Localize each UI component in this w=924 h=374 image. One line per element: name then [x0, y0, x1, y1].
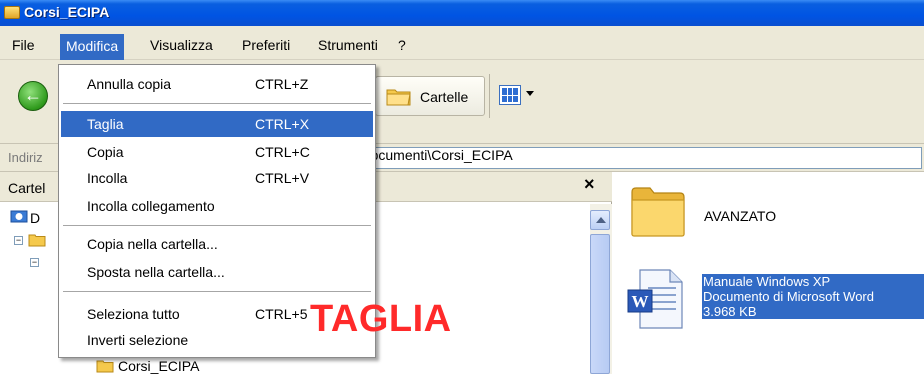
menu-item-taglia[interactable]: Taglia CTRL+X	[61, 111, 373, 137]
file-list-pane: AVANZATO W Manuale Windows XP Documento …	[612, 172, 924, 374]
close-icon[interactable]: ×	[584, 174, 595, 195]
menu-item-label: Incolla	[87, 170, 128, 186]
menu-item-incolla[interactable]: Incolla CTRL+V	[61, 165, 373, 191]
menu-item-label: Annulla copia	[87, 76, 172, 92]
menu-item-shortcut: CTRL+V	[255, 170, 310, 186]
file-size: 3.968 KB	[703, 304, 757, 319]
folder-icon	[4, 6, 20, 19]
menu-preferiti[interactable]: Preferiti	[236, 34, 296, 56]
menu-item-label: Seleziona tutto	[87, 306, 180, 322]
menu-item-label: Copia	[87, 144, 124, 160]
menu-item-copia[interactable]: Copia CTRL+C	[61, 139, 373, 165]
file-name-avanzato[interactable]: AVANZATO	[704, 208, 776, 224]
title-bar[interactable]: Corsi_ECIPA	[0, 0, 924, 26]
folders-pane-title: Cartel	[8, 180, 46, 196]
folder-search-icon	[386, 89, 411, 106]
toolbar-separator	[489, 74, 490, 118]
menu-modifica[interactable]: Modifica	[60, 34, 125, 60]
tree-expander[interactable]: −	[30, 258, 39, 267]
menu-separator	[63, 291, 371, 292]
menu-item-label: Copia nella cartella...	[87, 236, 218, 252]
file-item-manuale[interactable]: Manuale Windows XP Documento di Microsof…	[702, 274, 924, 319]
menu-separator	[63, 103, 371, 104]
menu-item-shortcut: CTRL+5	[255, 306, 308, 322]
menu-item-shortcut: CTRL+X	[255, 116, 310, 132]
svg-text:W: W	[632, 292, 649, 311]
views-button[interactable]	[496, 82, 546, 110]
folder-icon[interactable]	[628, 182, 688, 240]
back-arrow-icon[interactable]: ←	[18, 81, 48, 111]
menu-item-label: Incolla collegamento	[87, 198, 215, 214]
folder-icon	[28, 234, 46, 247]
tree-item-corsi-ecipa[interactable]: Corsi_ECIPA	[118, 358, 199, 374]
vertical-scrollbar[interactable]	[590, 204, 612, 374]
menu-item-copia-nella-cartella[interactable]: Copia nella cartella...	[61, 231, 373, 257]
folder-icon	[96, 360, 114, 373]
file-name: Manuale Windows XP	[703, 274, 831, 289]
menu-bar: File Modifica Visualizza Preferiti Strum…	[0, 26, 924, 60]
menu-item-label: Sposta nella cartella...	[87, 264, 225, 280]
scroll-up-button[interactable]	[590, 210, 610, 230]
menu-item-shortcut: CTRL+C	[255, 144, 310, 160]
folders-button-label: Cartelle	[420, 89, 469, 105]
scroll-thumb[interactable]	[590, 234, 610, 374]
menu-separator	[63, 225, 371, 226]
overlay-caption: TAGLIA	[310, 298, 452, 340]
word-document-icon[interactable]: W	[626, 268, 684, 330]
desktop-icon	[10, 210, 28, 223]
address-label: Indiriz	[8, 150, 43, 165]
file-type: Documento di Microsoft Word	[703, 289, 874, 304]
menu-item-label: Inverti selezione	[87, 332, 189, 348]
menu-visualizza[interactable]: Visualizza	[144, 34, 219, 56]
menu-file[interactable]: File	[6, 34, 41, 56]
menu-item-label: Taglia	[87, 116, 124, 132]
menu-item-sposta-nella-cartella[interactable]: Sposta nella cartella...	[61, 259, 373, 285]
tree-item-desktop[interactable]: D	[30, 210, 40, 226]
menu-item-shortcut: CTRL+Z	[255, 76, 309, 92]
views-icon	[499, 85, 521, 105]
folders-button[interactable]: Cartelle	[375, 76, 485, 116]
menu-strumenti[interactable]: Strumenti	[312, 34, 384, 56]
tree-expander[interactable]: −	[14, 236, 23, 245]
menu-help[interactable]: ?	[392, 34, 412, 56]
menu-item-annulla-copia[interactable]: Annulla copia CTRL+Z	[61, 71, 373, 97]
chevron-down-icon	[526, 91, 534, 96]
menu-item-incolla-collegamento[interactable]: Incolla collegamento	[61, 193, 373, 219]
window-title: Corsi_ECIPA	[24, 4, 110, 20]
